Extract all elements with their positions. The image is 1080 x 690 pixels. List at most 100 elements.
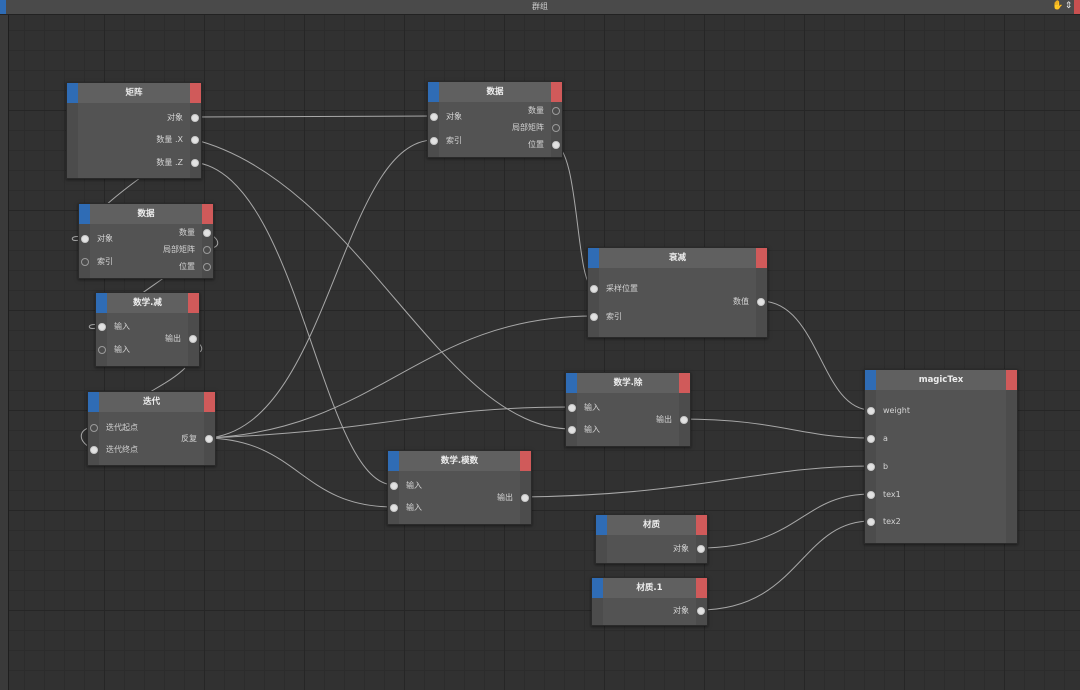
node-data-top-left-strip (428, 102, 439, 157)
matrix-output-z-port[interactable] (191, 159, 199, 167)
data-left-output-localmatrix-port[interactable] (203, 246, 211, 254)
node-data-left-input-tab[interactable] (79, 204, 90, 224)
node-math-modulo[interactable]: 数学.模数 输入 输入 输出 (387, 450, 532, 525)
decay-output-value-label: 数值 (733, 297, 749, 306)
node-material-left-strip (596, 535, 607, 563)
node-material-output-tab[interactable] (696, 515, 707, 535)
matrix-output-x-label: 数量 .X (156, 135, 183, 144)
data-top-output-localmatrix-port[interactable] (552, 124, 560, 132)
matrix-output-z-label: 数量 .Z (156, 158, 183, 167)
magictex-input-a-port[interactable] (867, 435, 875, 443)
node-matrix-title: 矩阵 (125, 88, 143, 98)
magictex-input-b-port[interactable] (867, 463, 875, 471)
node-math-modulo-output-tab[interactable] (520, 451, 531, 471)
node-math-subtract-left-strip (96, 313, 107, 366)
node-iterate-left-strip (88, 412, 99, 465)
data-top-input-index-port[interactable] (430, 137, 438, 145)
node-data-left-left-strip (79, 224, 90, 278)
iterate-input-end-label: 迭代终点 (106, 445, 138, 454)
decay-input-sample-position-port[interactable] (590, 285, 598, 293)
node-math-divide-input-tab[interactable] (566, 373, 577, 393)
node-iterate[interactable]: 迭代 迭代起点 迭代终点 反复 (87, 391, 216, 466)
modulo-input-2-port[interactable] (390, 504, 398, 512)
data-top-output-count-port[interactable] (552, 107, 560, 115)
node-decay-output-tab[interactable] (756, 248, 767, 268)
node-math-subtract-title: 数学.减 (133, 298, 162, 308)
material-output-object-port[interactable] (697, 545, 705, 553)
node-math-subtract-output-tab[interactable] (188, 293, 199, 313)
matrix-output-object-port[interactable] (191, 114, 199, 122)
node-data-top-input-tab[interactable] (428, 82, 439, 102)
node-material-1-title: 材质.1 (636, 583, 663, 593)
decay-input-sample-position-label: 采样位置 (606, 284, 638, 293)
node-material-input-tab[interactable] (596, 515, 607, 535)
node-math-divide-output-tab[interactable] (679, 373, 690, 393)
iterate-input-start-port[interactable] (90, 424, 98, 432)
node-data-left[interactable]: 数据 对象 索引 数量 局部矩阵 位置 (78, 203, 214, 279)
hand-icon[interactable]: ✋ (1052, 1, 1063, 12)
node-material-1-input-tab[interactable] (592, 578, 603, 598)
node-matrix[interactable]: 矩阵 对象 数量 .X 数量 .Z (66, 82, 202, 179)
node-decay-input-tab[interactable] (588, 248, 599, 268)
iterate-output-repeat-port[interactable] (205, 435, 213, 443)
magictex-input-tex1-port[interactable] (867, 491, 875, 499)
window-titlebar[interactable]: 群组 ✋ ⇕ (0, 0, 1080, 15)
node-data-left-title: 数据 (137, 209, 155, 219)
decay-input-index-port[interactable] (590, 313, 598, 321)
node-matrix-input-tab[interactable] (67, 83, 78, 103)
data-top-output-position-port[interactable] (552, 141, 560, 149)
divide-input-2-label: 输入 (584, 425, 600, 434)
data-left-output-count-port[interactable] (203, 229, 211, 237)
node-material-1-output-tab[interactable] (696, 578, 707, 598)
data-left-input-index-label: 索引 (97, 257, 113, 266)
modulo-input-1-label: 输入 (406, 481, 422, 490)
node-math-subtract[interactable]: 数学.减 输入 输入 输出 (95, 292, 200, 367)
matrix-output-x-port[interactable] (191, 136, 199, 144)
left-panel-edge[interactable] (0, 14, 9, 690)
node-data-top[interactable]: 数据 对象 索引 数量 局部矩阵 位置 (427, 81, 563, 158)
magictex-input-tex2-port[interactable] (867, 518, 875, 526)
node-math-divide[interactable]: 数学.除 输入 输入 输出 (565, 372, 691, 447)
divide-output-port[interactable] (680, 416, 688, 424)
node-iterate-input-tab[interactable] (88, 392, 99, 412)
subtract-input-1-port[interactable] (98, 323, 106, 331)
divide-input-1-label: 输入 (584, 403, 600, 412)
node-data-left-output-tab[interactable] (202, 204, 213, 224)
node-math-modulo-input-tab[interactable] (388, 451, 399, 471)
data-left-input-object-port[interactable] (81, 235, 89, 243)
node-magictex-output-tab[interactable] (1006, 370, 1017, 390)
node-matrix-output-tab[interactable] (190, 83, 201, 103)
modulo-input-1-port[interactable] (390, 482, 398, 490)
node-math-subtract-input-tab[interactable] (96, 293, 107, 313)
node-decay[interactable]: 衰减 采样位置 索引 数值 (587, 247, 768, 338)
node-magictex[interactable]: magicTex weight a b tex1 tex2 (864, 369, 1018, 544)
node-data-top-title: 数据 (486, 87, 504, 97)
subtract-input-2-port[interactable] (98, 346, 106, 354)
pin-icon[interactable]: ⇕ (1063, 1, 1074, 12)
subtract-input-2-label: 输入 (114, 345, 130, 354)
magictex-input-weight-port[interactable] (867, 407, 875, 415)
titlebar-accent-right (1074, 0, 1080, 14)
node-material-1[interactable]: 材质.1 对象 (591, 577, 708, 626)
modulo-output-label: 输出 (497, 493, 513, 502)
decay-output-value-port[interactable] (757, 298, 765, 306)
material-1-output-object-port[interactable] (697, 607, 705, 615)
data-top-output-position-label: 位置 (528, 140, 544, 149)
data-left-input-index-port[interactable] (81, 258, 89, 266)
node-data-top-output-tab[interactable] (551, 82, 562, 102)
subtract-output-port[interactable] (189, 335, 197, 343)
node-magictex-input-tab[interactable] (865, 370, 876, 390)
data-left-output-position-port[interactable] (203, 263, 211, 271)
data-top-input-object-port[interactable] (430, 113, 438, 121)
material-1-output-object-label: 对象 (673, 606, 689, 615)
iterate-input-end-port[interactable] (90, 446, 98, 454)
modulo-output-port[interactable] (521, 494, 529, 502)
node-material[interactable]: 材质 对象 (595, 514, 708, 564)
magictex-input-tex2-label: tex2 (883, 517, 901, 526)
data-left-output-position-label: 位置 (179, 262, 195, 271)
divide-input-2-port[interactable] (568, 426, 576, 434)
subtract-output-label: 输出 (165, 334, 181, 343)
node-matrix-left-strip (67, 103, 78, 178)
node-iterate-output-tab[interactable] (204, 392, 215, 412)
divide-input-1-port[interactable] (568, 404, 576, 412)
